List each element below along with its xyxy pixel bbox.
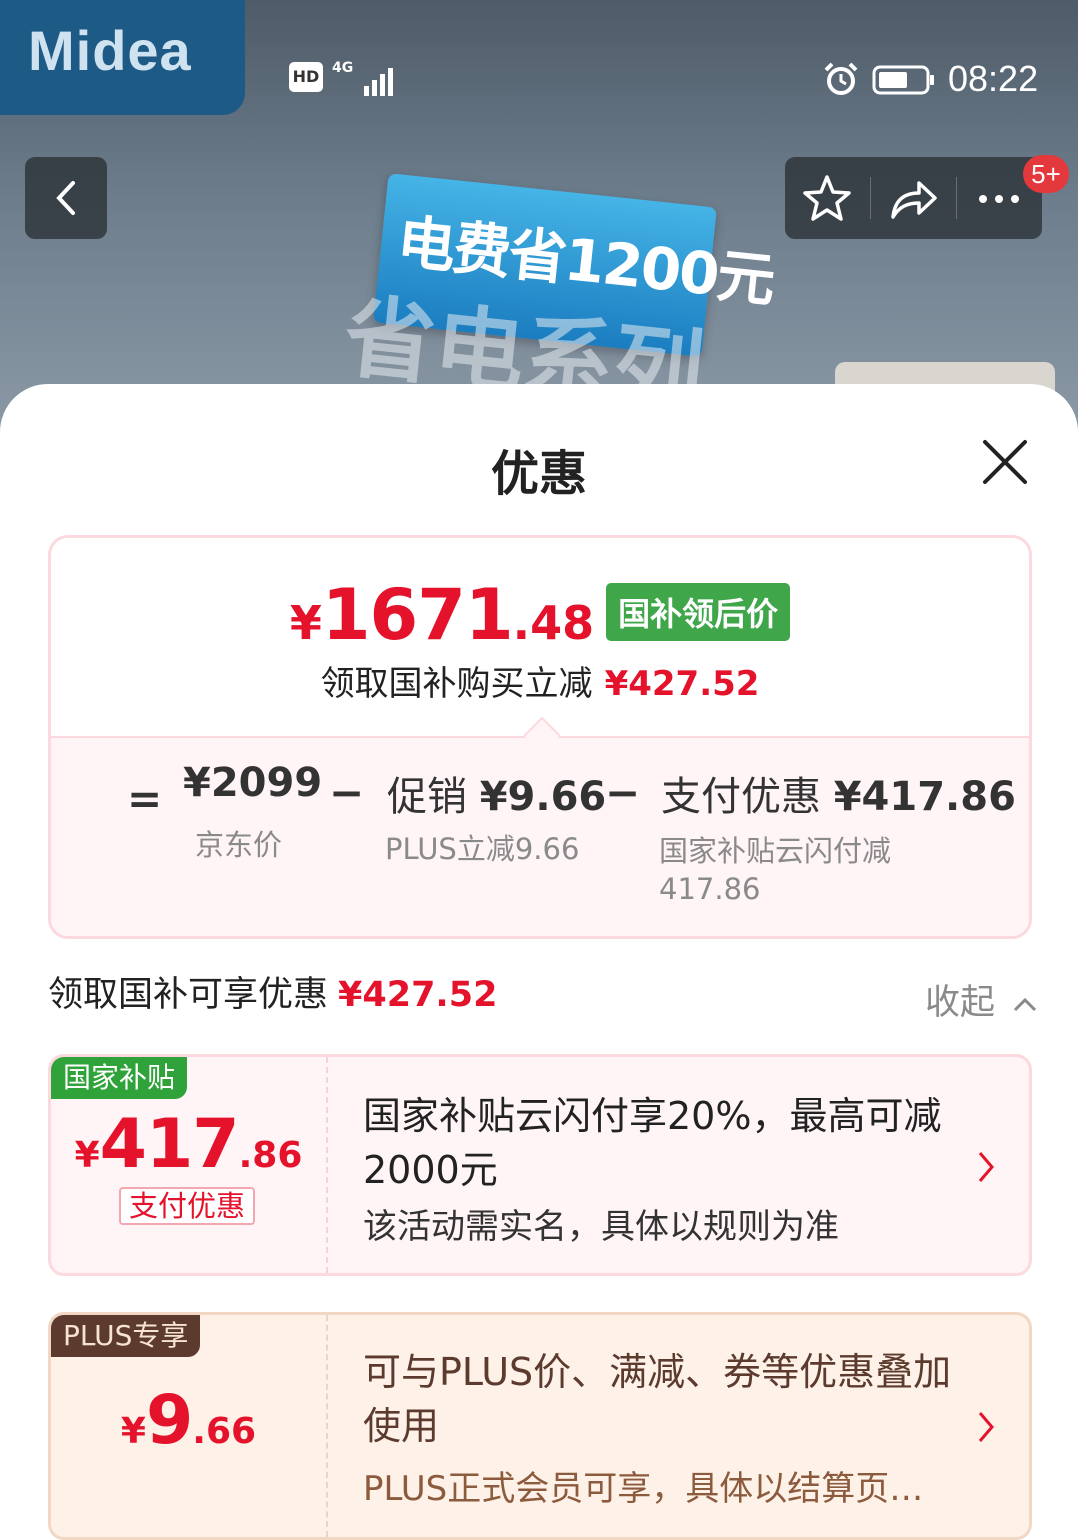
section-title: 领取国补可享优惠 [48,975,329,1015]
status-bar: HD 4G 08:22 [0,52,1078,112]
card-corner-tag: PLUS专享 [51,1315,201,1357]
favorite-button[interactable] [785,157,871,239]
notification-badge: 5+ [1023,155,1069,193]
chevron-up-icon [1014,997,1037,1012]
final-price: ¥1671.48 国补领后价 [51,574,1029,656]
coupon-description: 国家补贴云闪付享20%，最高可减2000元 [363,1094,942,1192]
payment-note: 国家补贴云闪付减417.86 [659,834,892,906]
save-line: 领取国补购买立减 ¥427.52 [51,656,1029,705]
subsidy-price-tag: 国补领后价 [606,583,791,641]
payment-discount: 支付优惠 ¥417.86 [661,774,1016,820]
star-icon [803,175,851,221]
price-decimal: .48 [512,596,595,650]
chevron-right-icon [978,1412,994,1442]
share-icon [891,181,937,219]
price-breakdown: = ¥2099 京东价 − 促销 ¥9.66 PLUS立减9.66 − 支付优惠… [51,736,1029,936]
clock: 08:22 [948,58,1039,99]
subsidy-coupon-card[interactable]: 国家补贴 ¥417.86 支付优惠 国家补贴云闪付享20%，最高可减2000元 … [48,1054,1032,1276]
equals-sign: = [127,774,163,823]
jd-price: ¥2099 [183,760,323,806]
save-text: 领取国补购买立减 [320,664,593,704]
price-integer: 1671 [321,574,514,656]
coupon-amount: ¥9.66 [120,1381,257,1460]
promo-note: PLUS立减9.66 [385,832,580,866]
alarm-icon [824,62,858,95]
price-summary: ¥1671.48 国补领后价 领取国补购买立减 ¥427.52 = ¥2099 京东… [48,535,1032,939]
coupon-note: 该活动需实名，具体以规则为准 [363,1207,839,1247]
final-price-panel: ¥1671.48 国补领后价 领取国补购买立减 ¥427.52 [51,538,1029,736]
network-type: 4G [332,60,354,76]
share-button[interactable] [871,157,957,239]
chevron-left-icon [56,181,75,215]
more-icon [979,195,1019,203]
collapse-button[interactable]: 收起 [925,974,1038,1025]
card-divider [326,1057,328,1273]
coupon-description: 可与PLUS价、满减、券等优惠叠加使用 [363,1350,952,1448]
promo-amount: 促销 ¥9.66 [387,774,607,820]
coupon-note: PLUS正式会员可享，具体以结算页为准 [363,1469,943,1509]
save-amount: ¥427.52 [604,664,760,704]
currency-symbol: ¥ [289,596,322,650]
minus-sign: − [329,768,365,817]
battery-icon [872,65,934,95]
section-amount: ¥427.52 [338,975,498,1015]
close-icon[interactable] [975,432,1035,492]
sheet-title: 优惠 [490,446,587,502]
signal-icon: 4G [332,60,393,96]
coupon-type-tag: 支付优惠 [119,1187,256,1225]
hd-icon: HD [289,62,323,92]
back-button[interactable] [25,157,107,239]
section-header: 领取国补可享优惠 ¥427.52 [48,966,497,1017]
discount-sheet: 优惠 ¥1671.48 国补领后价 领取国补购买立减 ¥427.52 = ¥2099… [0,384,1078,1540]
card-corner-tag: 国家补贴 [51,1057,188,1099]
coupon-amount: ¥417.86 [74,1105,303,1184]
chevron-right-icon [978,1152,994,1182]
jd-price-label: 京东价 [195,828,283,862]
header-toolbar [785,157,1042,239]
collapse-label: 收起 [925,983,996,1023]
plus-coupon-card[interactable]: PLUS专享 ¥9.66 可与PLUS价、满减、券等优惠叠加使用 PLUS正式会… [48,1312,1032,1540]
card-divider [326,1315,328,1537]
minus-sign: − [605,768,641,817]
